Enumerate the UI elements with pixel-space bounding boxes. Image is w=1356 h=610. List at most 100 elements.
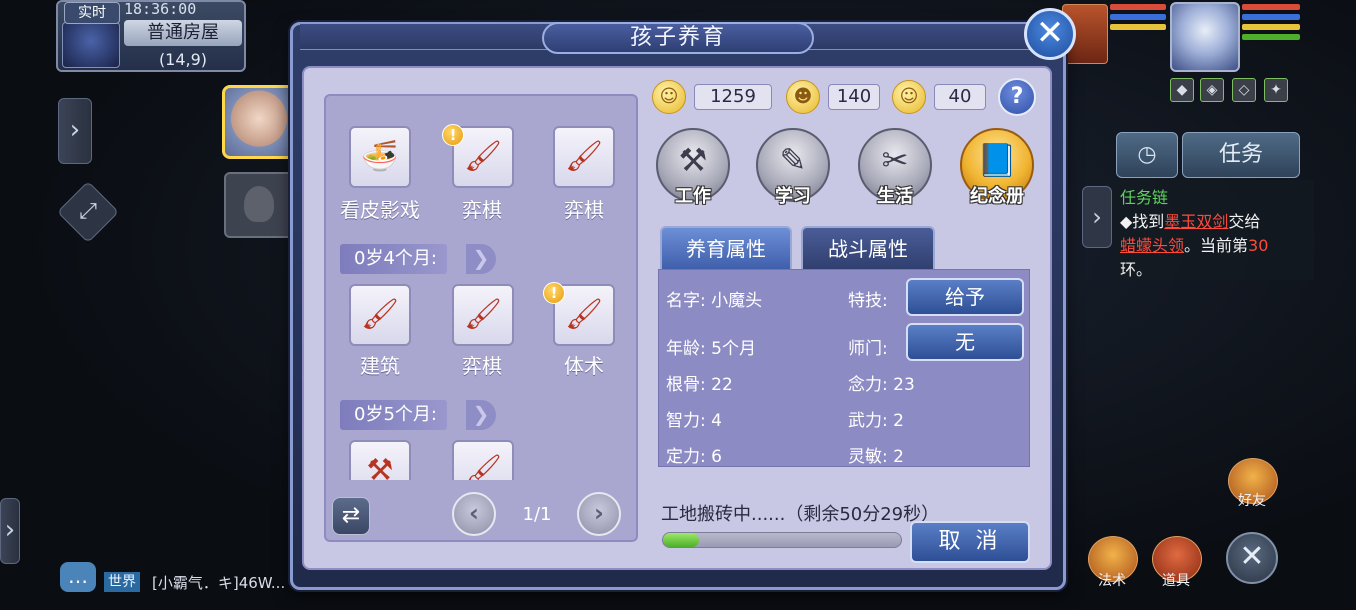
task-line-3: 环。 bbox=[1120, 260, 1153, 279]
magic-label: 法术 bbox=[1098, 573, 1126, 589]
clock-icon[interactable]: ◷ bbox=[1116, 132, 1178, 178]
buff-shield-icon[interactable]: ◆ bbox=[1170, 78, 1194, 102]
force-value: 2 bbox=[893, 411, 904, 431]
task-line-2: 蜡蠓头领。当前第30 bbox=[1120, 232, 1268, 256]
activity-label: 弈棋 bbox=[564, 198, 604, 222]
next-page-icon[interactable]: › bbox=[577, 492, 621, 536]
banner-swirl-icon: ❯ bbox=[466, 244, 496, 274]
prev-page-icon[interactable]: ‹ bbox=[452, 492, 496, 536]
chat-bubble-icon[interactable]: … bbox=[60, 562, 96, 592]
activity-label: 体术 bbox=[564, 354, 604, 378]
player-portrait[interactable] bbox=[1170, 2, 1240, 72]
close-icon[interactable]: ✕ bbox=[1024, 8, 1076, 60]
activity-label: 看皮影戏 bbox=[340, 198, 420, 222]
map-coordinates: (14,9) bbox=[158, 50, 208, 69]
cancel-button[interactable]: 取 消 bbox=[910, 521, 1030, 563]
give-skill-button[interactable]: 给予 bbox=[906, 278, 1024, 316]
activity-label: 弈棋 bbox=[462, 198, 502, 222]
mood-face-icon: ☻ bbox=[786, 80, 820, 114]
int-key: 智力: bbox=[666, 411, 706, 431]
anvil-icon[interactable]: ⚒ bbox=[349, 440, 411, 480]
friends-label: 好友 bbox=[1238, 493, 1266, 509]
school-label: 师门: bbox=[848, 339, 888, 359]
task-target-npc[interactable]: 蜡蠓头领 bbox=[1120, 236, 1184, 255]
calm-value: 6 bbox=[711, 447, 722, 467]
collapse-task-arrow-icon[interactable]: › bbox=[1082, 186, 1112, 248]
work-status-text: 工地搬砖中......（剩余50分29秒） bbox=[661, 504, 940, 525]
name-value: 小魔头 bbox=[711, 291, 763, 311]
skill-label: 特技: bbox=[848, 291, 888, 311]
brush-icon[interactable]: 🖌 bbox=[349, 284, 411, 346]
work-progress-bar bbox=[662, 532, 902, 548]
brush-icon[interactable]: 🖌 bbox=[452, 440, 514, 480]
agility-value: 2 bbox=[893, 447, 904, 467]
root-key: 根骨: bbox=[666, 375, 706, 395]
location-avatar bbox=[62, 22, 120, 68]
swap-icon[interactable]: ⇄ bbox=[332, 497, 370, 535]
bowl-icon[interactable]: 🍜 bbox=[349, 126, 411, 188]
child-silhouette-icon bbox=[244, 186, 274, 222]
activity-label: 弈棋 bbox=[462, 354, 502, 378]
buff-armor-icon[interactable]: ◈ bbox=[1200, 78, 1224, 102]
items-label: 道具 bbox=[1162, 573, 1190, 589]
child-portrait-selected[interactable] bbox=[222, 85, 296, 159]
close-menu-icon[interactable]: ✕ bbox=[1226, 532, 1278, 584]
task-line1-prefix: ◆找到 bbox=[1120, 212, 1165, 231]
coin-icon: ☺ bbox=[652, 80, 686, 114]
banner-swirl-icon: ❯ bbox=[466, 400, 496, 430]
name-key: 名字: bbox=[666, 291, 706, 311]
age-label: 年龄: 5个月 bbox=[666, 334, 756, 359]
force-key: 武力: bbox=[848, 411, 888, 431]
age-key: 年龄: bbox=[666, 339, 706, 359]
mind-key: 念力: bbox=[848, 375, 888, 395]
location-name: 普通房屋 bbox=[124, 20, 242, 46]
agility-attribute: 灵敏: 2 bbox=[848, 442, 904, 467]
tab-nurture-attributes[interactable]: 养育属性 bbox=[660, 226, 792, 270]
alert-badge-icon: ! bbox=[442, 124, 464, 146]
player-exp-bar bbox=[1242, 34, 1300, 40]
age-value: 5个月 bbox=[711, 339, 756, 359]
brush-icon[interactable]: 🖌 bbox=[452, 284, 514, 346]
task-line-1: ◆找到墨玉双剑交给 bbox=[1120, 208, 1260, 232]
player-anger-bar bbox=[1242, 24, 1300, 30]
calm-key: 定力: bbox=[666, 447, 706, 467]
alert-badge-icon: ! bbox=[543, 282, 565, 304]
int-value: 4 bbox=[711, 411, 722, 431]
task-target-item[interactable]: 墨玉双剑 bbox=[1164, 212, 1228, 231]
coin-value: 1259 bbox=[694, 84, 772, 110]
help-icon[interactable]: ? bbox=[998, 78, 1036, 116]
pet-exp-bar bbox=[1110, 24, 1166, 30]
brush-icon[interactable]: 🖌 bbox=[553, 126, 615, 188]
activity-label: 建筑 bbox=[360, 354, 400, 378]
mind-value: 23 bbox=[893, 375, 915, 395]
root-attribute: 根骨: 22 bbox=[666, 370, 733, 395]
fatigue-value: 40 bbox=[934, 84, 986, 110]
realtime-tag: 实时 bbox=[64, 2, 120, 24]
work-progress-fill bbox=[663, 533, 699, 547]
expand-left-arrow-icon[interactable]: › bbox=[58, 98, 92, 164]
expand-icon: ⤢ bbox=[79, 199, 97, 224]
task-round-count: 30 bbox=[1248, 236, 1269, 255]
task-line1-suffix: 交给 bbox=[1228, 212, 1261, 231]
name-label: 名字: 小魔头 bbox=[666, 286, 762, 311]
chat-message[interactable]: [小霸气．キ]46W... bbox=[152, 572, 285, 593]
intelligence-attribute: 智力: 4 bbox=[666, 406, 722, 431]
buff-beast-icon[interactable]: ✦ bbox=[1264, 78, 1288, 102]
page-indicator: 1/1 bbox=[522, 504, 552, 525]
buff-gem-icon[interactable]: ◇ bbox=[1232, 78, 1256, 102]
album-button-label: 纪念册 bbox=[970, 186, 1024, 207]
task-chain-title: 任务链 bbox=[1120, 188, 1169, 207]
task-tab-button[interactable]: 任务 bbox=[1182, 132, 1300, 178]
life-button-label: 生活 bbox=[877, 186, 913, 207]
chat-channel-badge[interactable]: 世界 bbox=[104, 572, 140, 592]
schedule-row-3: ⚒ 🖌 bbox=[326, 438, 636, 480]
school-button[interactable]: 无 bbox=[906, 323, 1024, 361]
calm-attribute: 定力: 6 bbox=[666, 442, 722, 467]
expand-bottom-arrow-icon[interactable]: › bbox=[0, 498, 20, 564]
age-header-5-months: 0岁5个月: bbox=[340, 400, 447, 430]
clock-text: 18:36:00 bbox=[124, 0, 197, 18]
tab-combat-attributes[interactable]: 战斗属性 bbox=[801, 226, 935, 270]
work-button-label: 工作 bbox=[675, 186, 711, 207]
force-attribute: 武力: 2 bbox=[848, 406, 904, 431]
player-mp-bar bbox=[1242, 14, 1300, 20]
